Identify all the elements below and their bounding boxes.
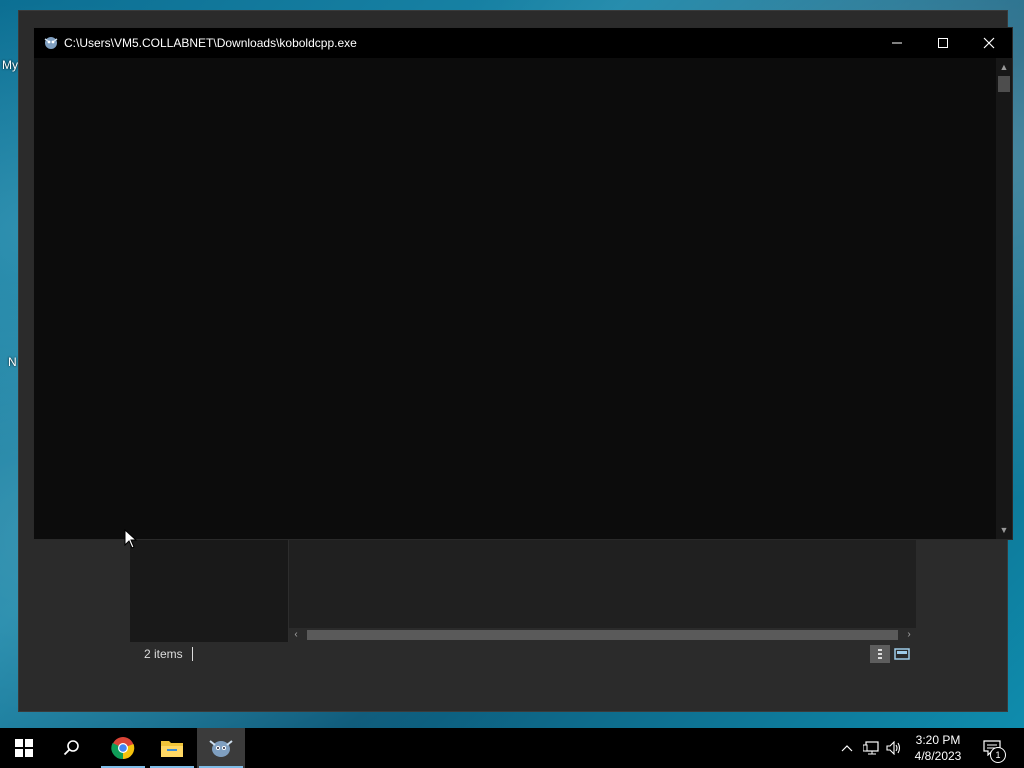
start-button[interactable] xyxy=(0,728,48,768)
details-view-icon xyxy=(878,649,882,659)
large-icons-view-button[interactable] xyxy=(892,645,912,663)
large-icons-view-icon xyxy=(894,648,910,660)
file-list-pane[interactable] xyxy=(289,538,916,642)
clock[interactable]: 3:20 PM 4/8/2023 xyxy=(905,732,971,764)
clock-time: 3:20 PM xyxy=(915,733,961,747)
windows-logo-icon xyxy=(15,739,33,757)
close-icon xyxy=(983,37,995,49)
explorer-body: ‹ › 2 items xyxy=(130,538,916,666)
window-title: C:\Users\VM5.COLLABNET\Downloads\koboldc… xyxy=(64,36,357,50)
horizontal-scroll-thumb[interactable] xyxy=(307,630,898,640)
maximize-icon xyxy=(938,38,948,48)
scroll-up-icon[interactable]: ▲ xyxy=(996,60,1012,74)
network-button[interactable] xyxy=(860,728,882,768)
scroll-right-icon[interactable]: › xyxy=(902,628,916,642)
folder-icon xyxy=(161,741,183,757)
maximize-button[interactable] xyxy=(920,28,966,58)
search-button[interactable] xyxy=(48,728,96,768)
status-separator xyxy=(192,647,193,661)
item-count: 2 items xyxy=(144,647,183,661)
volume-button[interactable] xyxy=(883,728,905,768)
minimize-icon xyxy=(892,42,902,44)
koboldcpp-app-icon xyxy=(44,37,58,49)
console-output[interactable] xyxy=(34,58,996,539)
vertical-scroll-thumb[interactable] xyxy=(998,76,1010,92)
notification-count-badge: 1 xyxy=(990,747,1006,763)
scroll-left-icon[interactable]: ‹ xyxy=(289,628,303,642)
close-button[interactable] xyxy=(966,28,1012,58)
koboldcpp-app-icon xyxy=(209,740,233,757)
clock-date: 4/8/2023 xyxy=(914,749,962,763)
taskbar-koboldcpp[interactable] xyxy=(197,728,245,768)
horizontal-scrollbar[interactable]: ‹ › xyxy=(289,628,916,642)
chevron-up-icon xyxy=(841,745,853,752)
console-window[interactable]: C:\Users\VM5.COLLABNET\Downloads\koboldc… xyxy=(33,27,1013,540)
taskbar: 3:20 PM 4/8/2023 xyxy=(0,728,1024,768)
search-icon xyxy=(63,740,79,756)
vertical-scrollbar[interactable]: ▲ ▼ xyxy=(996,58,1012,539)
network-icon xyxy=(863,741,879,755)
status-bar: 2 items xyxy=(130,642,916,666)
desktop-icon-label-n[interactable]: N xyxy=(8,355,17,369)
details-view-button[interactable] xyxy=(870,645,890,663)
title-bar[interactable]: C:\Users\VM5.COLLABNET\Downloads\koboldc… xyxy=(34,28,1012,58)
mouse-cursor-icon xyxy=(124,529,138,549)
scroll-down-icon[interactable]: ▼ xyxy=(996,523,1012,537)
show-hidden-icons-button[interactable] xyxy=(836,728,858,768)
minimize-button[interactable] xyxy=(874,28,920,58)
chrome-icon xyxy=(111,737,135,760)
volume-icon xyxy=(886,741,901,755)
desktop-icon-label-my[interactable]: My xyxy=(2,58,18,72)
navigation-pane[interactable] xyxy=(130,538,289,642)
taskbar-file-explorer[interactable] xyxy=(148,728,196,768)
taskbar-chrome[interactable] xyxy=(99,728,147,768)
